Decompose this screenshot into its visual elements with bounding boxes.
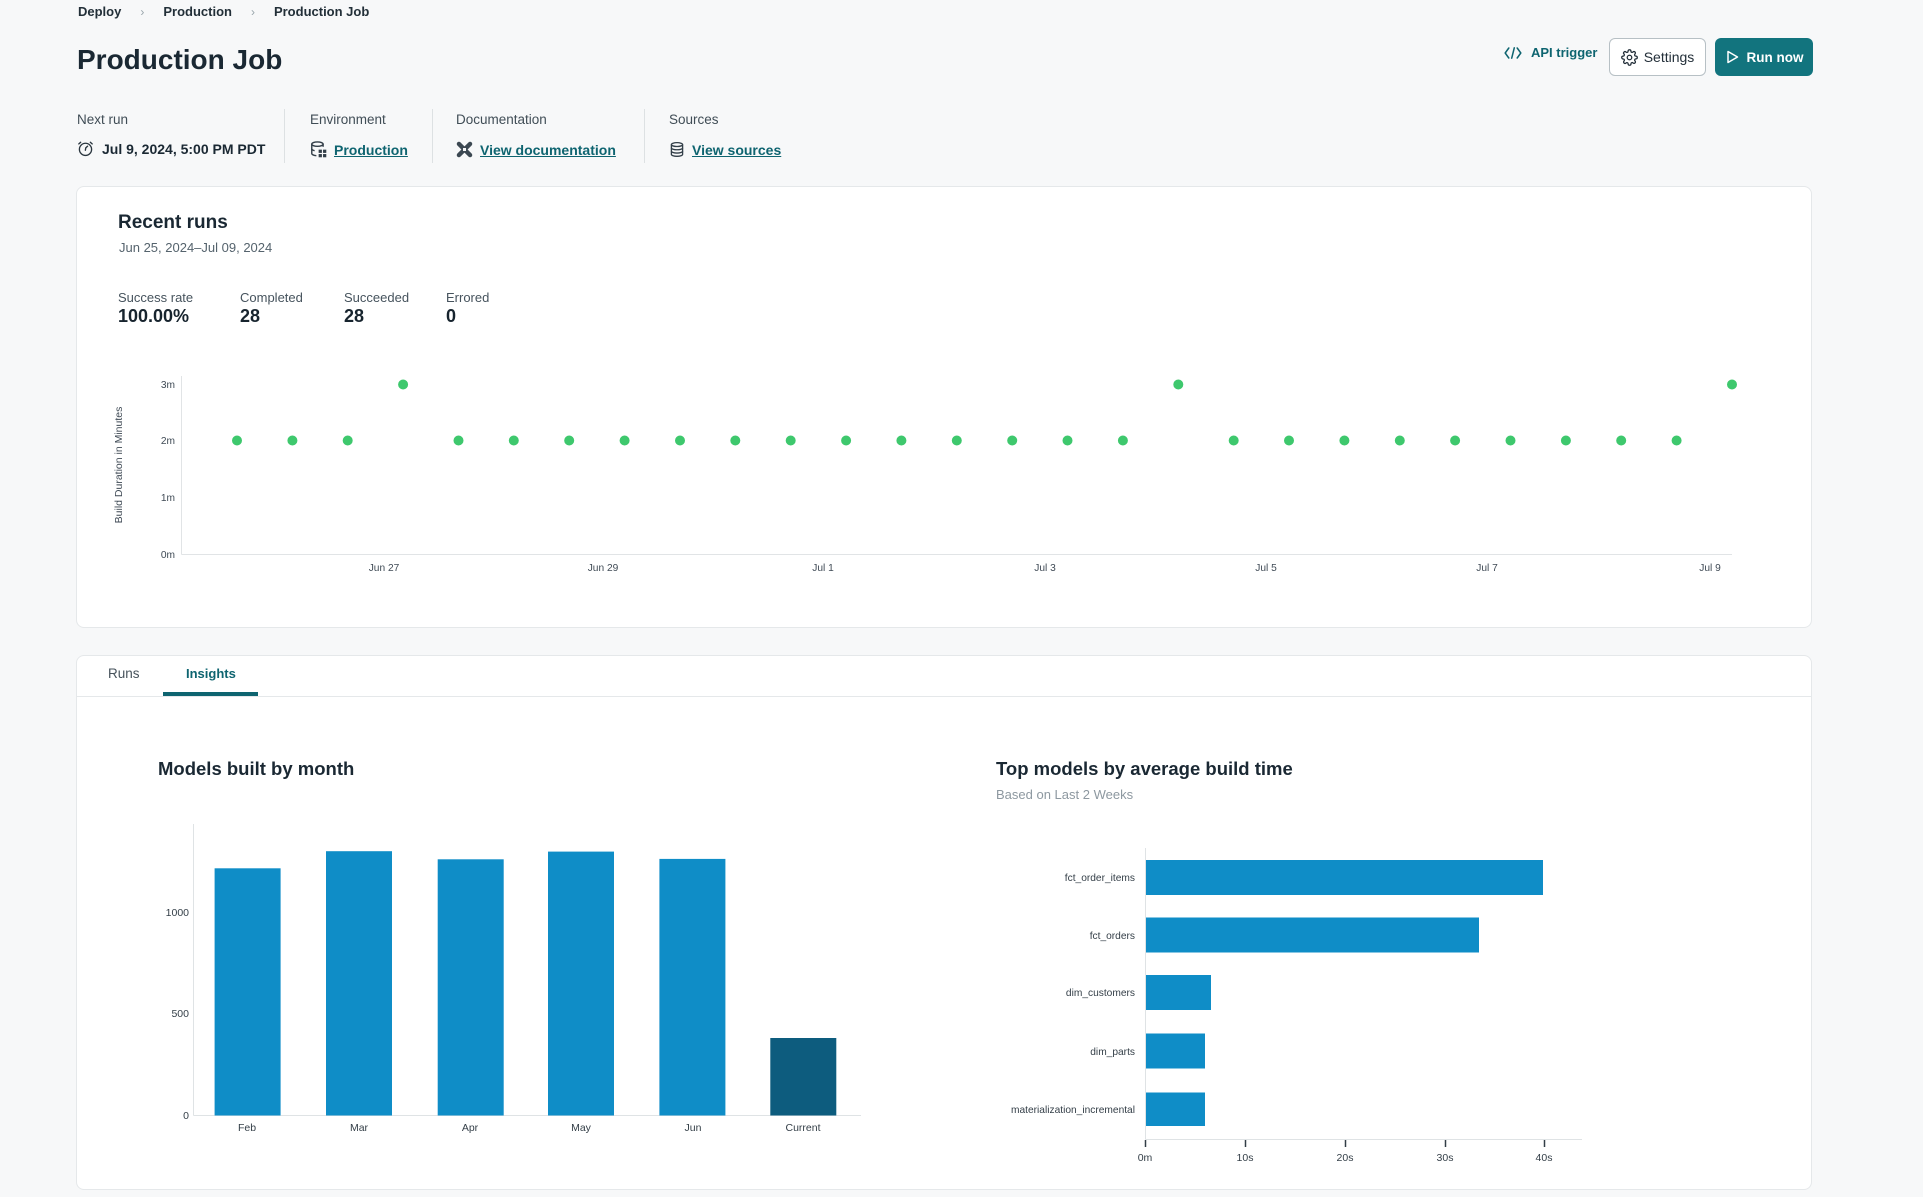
svg-text:10s: 10s bbox=[1237, 1152, 1254, 1164]
svg-text:40s: 40s bbox=[1536, 1152, 1553, 1164]
svg-text:Jun 27: Jun 27 bbox=[369, 563, 400, 574]
svg-text:500: 500 bbox=[171, 1008, 189, 1020]
svg-text:1m: 1m bbox=[161, 493, 175, 504]
svg-text:Jul 1: Jul 1 bbox=[812, 563, 834, 574]
svg-text:Mar: Mar bbox=[350, 1122, 369, 1134]
svg-text:fct_orders: fct_orders bbox=[1090, 931, 1135, 942]
svg-text:30s: 30s bbox=[1437, 1152, 1454, 1164]
svg-text:May: May bbox=[571, 1122, 592, 1134]
svg-text:0m: 0m bbox=[1138, 1152, 1153, 1164]
svg-text:1000: 1000 bbox=[166, 907, 190, 919]
svg-text:Jul 3: Jul 3 bbox=[1034, 563, 1056, 574]
svg-text:dim_customers: dim_customers bbox=[1066, 988, 1135, 999]
svg-text:Current: Current bbox=[785, 1122, 820, 1134]
svg-text:Jun 29: Jun 29 bbox=[588, 563, 619, 574]
svg-text:0: 0 bbox=[183, 1110, 189, 1122]
svg-text:Apr: Apr bbox=[462, 1122, 479, 1134]
svg-text:materialization_incremental: materialization_incremental bbox=[1011, 1105, 1135, 1116]
svg-text:0m: 0m bbox=[161, 550, 175, 561]
svg-text:Jun: Jun bbox=[685, 1122, 702, 1134]
svg-text:Jul 5: Jul 5 bbox=[1255, 563, 1277, 574]
svg-text:fct_order_items: fct_order_items bbox=[1065, 873, 1135, 884]
svg-text:Jul 7: Jul 7 bbox=[1476, 563, 1498, 574]
svg-text:dim_parts: dim_parts bbox=[1090, 1047, 1135, 1058]
svg-text:Jul 9: Jul 9 bbox=[1699, 563, 1721, 574]
svg-text:Feb: Feb bbox=[238, 1122, 256, 1134]
svg-text:2m: 2m bbox=[161, 436, 175, 447]
svg-text:20s: 20s bbox=[1337, 1152, 1354, 1164]
svg-text:3m: 3m bbox=[161, 380, 175, 391]
svg-text:Build Duration in Minutes: Build Duration in Minutes bbox=[113, 407, 125, 524]
